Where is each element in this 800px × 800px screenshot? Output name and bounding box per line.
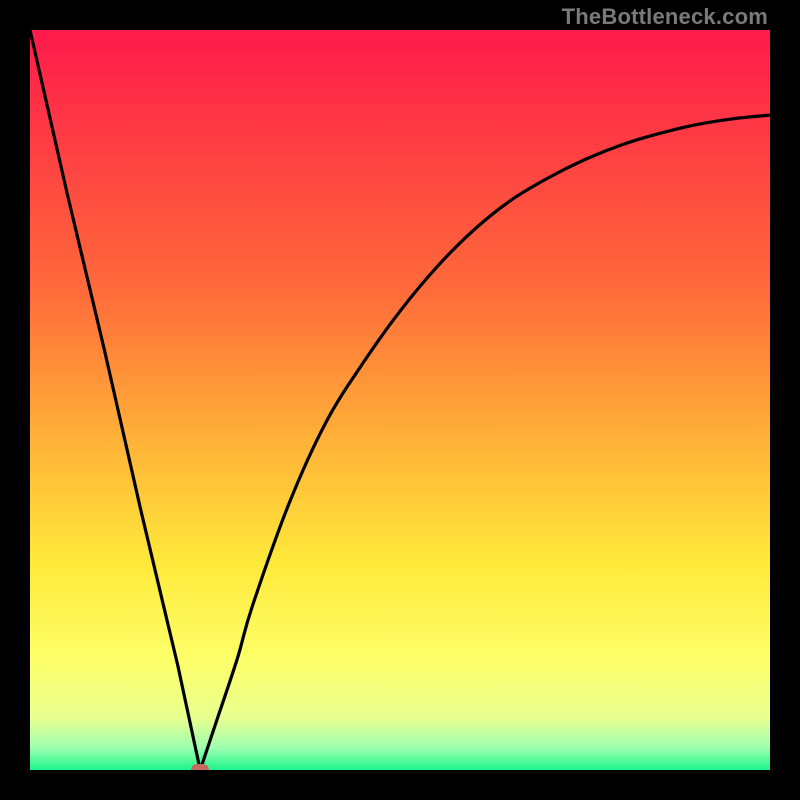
bottleneck-curve: [30, 30, 770, 770]
watermark-text: TheBottleneck.com: [562, 4, 768, 30]
optimal-point-marker: [191, 764, 209, 770]
chart-frame: TheBottleneck.com: [0, 0, 800, 800]
plot-area: [30, 30, 770, 770]
